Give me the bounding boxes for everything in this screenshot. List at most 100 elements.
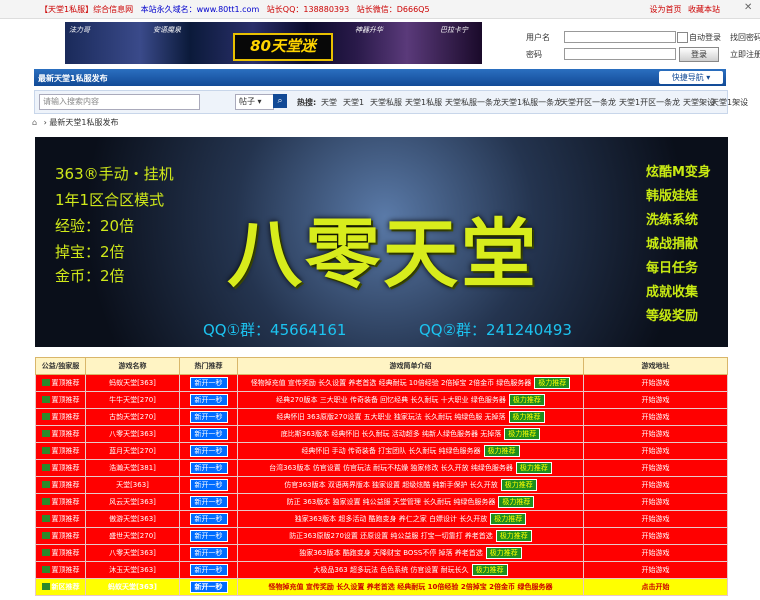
password-input[interactable] bbox=[564, 48, 676, 60]
go-cell[interactable]: 开始游戏 bbox=[583, 391, 728, 409]
go-cell[interactable]: 开始游戏 bbox=[583, 561, 728, 579]
ad-banner[interactable]: 363®手动・挂机 1年1区合区模式 经验：20倍 掉宝：2倍 金币：2倍 八零… bbox=[35, 137, 728, 347]
close-icon[interactable]: ✕ bbox=[744, 2, 756, 14]
banner[interactable]: 法力哥 安语魔泉 神器升华 巴拉卡宁 80天堂迷 bbox=[65, 22, 482, 64]
game-name-label[interactable]: 八零天堂[363] bbox=[109, 430, 156, 438]
start-game-link[interactable]: 开始游戏 bbox=[642, 447, 670, 455]
game-name[interactable]: 八零天堂[363] bbox=[85, 425, 180, 443]
go-cell[interactable]: 开始游戏 bbox=[583, 442, 728, 460]
flag-icon bbox=[41, 464, 50, 471]
quick-nav-button[interactable]: 快捷导航 ▾ bbox=[659, 71, 723, 84]
banner-tag: 安语魔泉 bbox=[153, 26, 181, 34]
search-type-select[interactable]: 帖子 ▾ bbox=[235, 94, 274, 110]
game-name-label[interactable]: 牛牛天堂[270] bbox=[109, 396, 156, 404]
start-game-link[interactable]: 开始游戏 bbox=[642, 532, 670, 540]
hot-badge: 新开一秒 bbox=[189, 428, 228, 440]
game-name[interactable]: 风云天堂[363] bbox=[85, 493, 180, 511]
game-name-label[interactable]: 沐玉天堂[363] bbox=[109, 566, 156, 574]
start-game-link[interactable]: 开始游戏 bbox=[642, 566, 670, 574]
table-row: 置顶推荐 八零天堂[363] 新开一秒 底比斯363版本 经典怀旧 长久耐玩 活动超多… bbox=[35, 425, 728, 443]
game-name-label[interactable]: 浩瀚天堂[381] bbox=[109, 464, 156, 472]
start-game-link[interactable]: 开始游戏 bbox=[642, 464, 670, 472]
game-name-label[interactable]: 蚂蚁天堂[363] bbox=[109, 379, 156, 387]
ad-left-line: 掉宝：2倍 bbox=[55, 243, 125, 261]
hot-keyword[interactable]: 天堂1开区一条龙 bbox=[619, 97, 680, 108]
hot-keyword[interactable]: 天堂1 bbox=[343, 97, 364, 108]
game-name-label[interactable]: 古韵天堂[270] bbox=[109, 413, 156, 421]
game-name[interactable]: 牛牛天堂[270] bbox=[85, 391, 180, 409]
game-name[interactable]: 盛世天堂[270] bbox=[85, 527, 180, 545]
start-game-link[interactable]: 开始游戏 bbox=[642, 549, 670, 557]
start-game-link[interactable]: 开始游戏 bbox=[642, 481, 670, 489]
game-name[interactable]: 沐玉天堂[363] bbox=[85, 561, 180, 579]
game-name[interactable]: 浩瀚天堂[381] bbox=[85, 459, 180, 477]
register-link[interactable]: 立即注册 bbox=[730, 49, 760, 60]
game-name[interactable]: 蓝月天堂[270] bbox=[85, 442, 180, 460]
game-name[interactable]: 傲游天堂[363] bbox=[85, 510, 180, 528]
hot-keyword[interactable]: 天堂私服 bbox=[370, 97, 402, 108]
game-name-label[interactable]: 蚂蚁天堂[363] bbox=[108, 583, 157, 591]
game-name-label[interactable]: 风云天堂[363] bbox=[109, 498, 156, 506]
go-cell[interactable]: 开始游戏 bbox=[583, 374, 728, 392]
go-cell[interactable]: 开始游戏 bbox=[583, 544, 728, 562]
hot-keyword[interactable]: 天堂1私服一条龙 bbox=[501, 97, 562, 108]
table-row: 置顶推荐 风云天堂[363] 新开一秒 防正 363版本 独家设置 纯公益服 天堂管理… bbox=[35, 493, 728, 511]
home-icon[interactable]: ⌂ bbox=[32, 118, 37, 127]
bookmark-link[interactable]: 收藏本站 bbox=[688, 5, 720, 14]
hot-keyword[interactable]: 天堂1私服 bbox=[405, 97, 442, 108]
ad-feature: 成就收集 bbox=[646, 285, 699, 300]
game-name-label[interactable]: 天堂[363] bbox=[116, 481, 149, 489]
game-name[interactable]: 八零天堂[363] bbox=[85, 544, 180, 562]
flag-icon bbox=[41, 481, 50, 488]
game-name-label[interactable]: 傲游天堂[363] bbox=[109, 515, 156, 523]
row-tag-label: 置顶推荐 bbox=[51, 532, 80, 540]
hot-keyword[interactable]: 天堂私服一条龙 bbox=[445, 97, 501, 108]
start-game-link[interactable]: 开始游戏 bbox=[642, 430, 670, 438]
find-password-link[interactable]: 找回密码 bbox=[730, 32, 760, 43]
ad-left-line: 金币：2倍 bbox=[55, 267, 125, 285]
game-name-label[interactable]: 蓝月天堂[270] bbox=[109, 447, 156, 455]
breadcrumb-current[interactable]: 最新天堂1私服发布 bbox=[49, 118, 118, 127]
search-icon[interactable]: ⌕ bbox=[273, 94, 287, 108]
login-button[interactable]: 登录 bbox=[679, 47, 719, 62]
nav-title[interactable]: 最新天堂1私服发布 bbox=[38, 73, 108, 84]
game-name-label[interactable]: 盛世天堂[270] bbox=[109, 532, 156, 540]
start-game-link[interactable]: 开始游戏 bbox=[642, 498, 670, 506]
top-links: 设为首页 收藏本站 bbox=[645, 4, 720, 15]
game-name-label[interactable]: 八零天堂[363] bbox=[109, 549, 156, 557]
banner-tag: 巴拉卡宁 bbox=[440, 26, 468, 34]
start-game-link[interactable]: 开始游戏 bbox=[642, 413, 670, 421]
site-name[interactable]: 【天堂1私服】综合信息网 bbox=[40, 5, 133, 14]
site-domain[interactable]: 本站永久域名：www.80tt1.com bbox=[141, 5, 260, 14]
game-name[interactable]: 古韵天堂[270] bbox=[85, 408, 180, 426]
start-game-link[interactable]: 开始游戏 bbox=[642, 396, 670, 404]
go-cell[interactable]: 开始游戏 bbox=[583, 527, 728, 545]
game-name[interactable]: 蚂蚁天堂[363] bbox=[85, 578, 180, 596]
username-input[interactable] bbox=[564, 31, 676, 43]
row-tag: 新区推荐 bbox=[41, 583, 80, 591]
game-name[interactable]: 蚂蚁天堂[363] bbox=[85, 374, 180, 392]
go-cell[interactable]: 开始游戏 bbox=[583, 425, 728, 443]
go-cell[interactable]: 开始游戏 bbox=[583, 493, 728, 511]
row-tag-cell: 置顶推荐 bbox=[35, 544, 86, 562]
hot-keyword[interactable]: 天堂开区一条龙 bbox=[560, 97, 616, 108]
search-input[interactable]: 请输入搜索内容 bbox=[39, 94, 200, 110]
hot-keyword[interactable]: 天堂 bbox=[321, 97, 337, 108]
start-game-link[interactable]: 开始游戏 bbox=[642, 515, 670, 523]
start-game-link[interactable]: 点击开始 bbox=[642, 583, 670, 591]
auto-login-checkbox[interactable] bbox=[677, 32, 688, 43]
game-name[interactable]: 天堂[363] bbox=[85, 476, 180, 494]
desc-cell: 经典怀旧 363原版270设置 五大职业 独家玩法 长久耐玩 纯绿色服 无掉落极… bbox=[237, 408, 584, 426]
go-cell[interactable]: 点击开始 bbox=[583, 578, 728, 596]
banner-tag: 神器升华 bbox=[355, 26, 383, 34]
ad-left-line: 1年1区合区模式 bbox=[55, 191, 165, 209]
start-game-link[interactable]: 开始游戏 bbox=[642, 379, 670, 387]
row-tag: 置顶推荐 bbox=[41, 498, 80, 506]
go-cell[interactable]: 开始游戏 bbox=[583, 459, 728, 477]
hot-keyword[interactable]: 天堂1架设 bbox=[711, 97, 748, 108]
go-cell[interactable]: 开始游戏 bbox=[583, 476, 728, 494]
set-homepage-link[interactable]: 设为首页 bbox=[649, 5, 681, 14]
username-label: 用户名 bbox=[526, 33, 550, 42]
go-cell[interactable]: 开始游戏 bbox=[583, 510, 728, 528]
go-cell[interactable]: 开始游戏 bbox=[583, 408, 728, 426]
